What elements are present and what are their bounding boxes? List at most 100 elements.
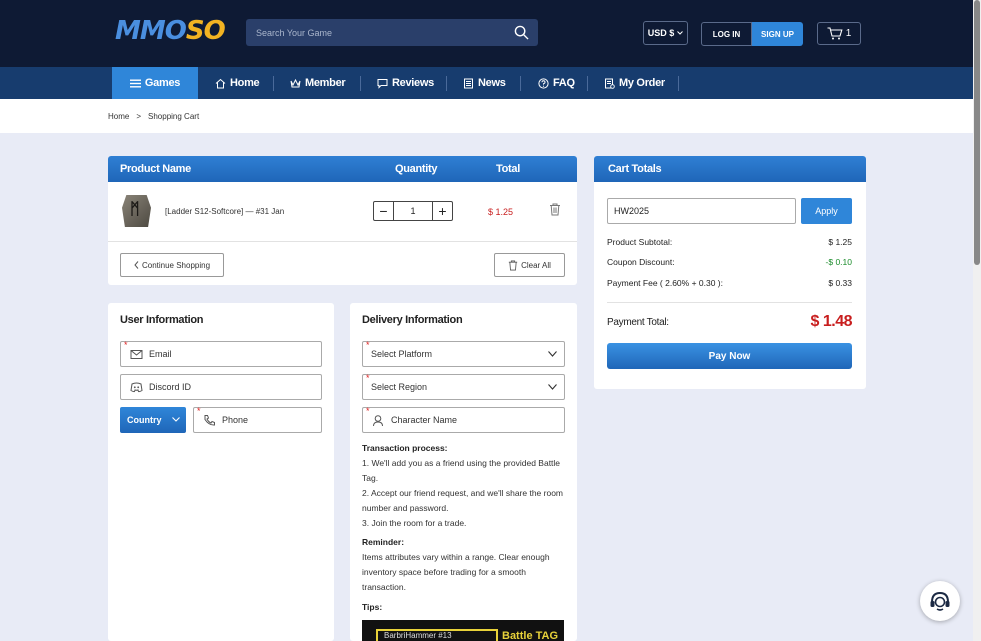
nav-faq-label: FAQ (553, 77, 575, 89)
scrollbar-thumb[interactable] (974, 0, 980, 265)
chevron-down-icon (548, 384, 557, 390)
nav-divider (678, 76, 679, 91)
cart-totals-title: Cart Totals (608, 163, 662, 175)
search-input[interactable] (246, 19, 506, 46)
character-name-field[interactable]: * Character Name (362, 406, 565, 433)
required-marker: * (366, 340, 370, 350)
payment-total-row: Payment Total: $ 1.48 (607, 313, 853, 331)
rune-icon: ᛗ (130, 201, 140, 218)
nav-my-order-label: My Order (619, 77, 665, 89)
required-marker: * (366, 373, 370, 383)
discord-field[interactable]: Discord ID (120, 374, 322, 400)
chevron-down-icon (548, 351, 557, 357)
cart-icon (827, 27, 843, 40)
phone-icon (204, 414, 215, 426)
email-placeholder: Email (149, 349, 172, 359)
phone-placeholder: Phone (222, 415, 249, 425)
region-select[interactable]: * Select Region (362, 373, 565, 400)
cart-button[interactable]: 1 (817, 22, 861, 45)
decrement-button[interactable]: − (374, 202, 393, 220)
search-icon[interactable] (514, 25, 529, 40)
product-name[interactable]: [Ladder S12-Softcore] — #31 Jan (165, 207, 284, 216)
cart-count: 1 (845, 28, 852, 39)
home-icon (215, 78, 226, 88)
trash-icon[interactable] (549, 203, 561, 216)
nav-my-order[interactable]: My Order (604, 67, 665, 99)
chat-icon (377, 78, 388, 89)
subtotal-label: Product Subtotal: (607, 237, 673, 247)
nav-news[interactable]: News (463, 67, 506, 99)
order-icon (605, 78, 615, 89)
continue-shopping-label: Continue Shopping (141, 260, 211, 270)
discount-label: Coupon Discount: (607, 257, 675, 267)
user-info-title: User Information (120, 314, 204, 326)
nav-reviews-label: Reviews (392, 77, 434, 89)
breadcrumb: Home > Shopping Cart (108, 112, 199, 121)
user-icon (373, 414, 383, 426)
nav-divider (587, 76, 588, 91)
row-divider (108, 241, 577, 242)
discount-value: -$ 0.10 (825, 257, 852, 267)
nav-divider (446, 76, 447, 91)
nav-home-label: Home (230, 77, 260, 89)
main-nav: Games Home Member Reviews News FAQ My Or… (0, 67, 973, 99)
nav-member[interactable]: Member (290, 67, 346, 99)
breadcrumb-current: Shopping Cart (148, 112, 200, 121)
fee-value: $ 0.33 (828, 278, 852, 288)
help-icon (538, 77, 549, 89)
currency-selector[interactable]: USD $ (643, 21, 688, 45)
breadcrumb-bar: Home > Shopping Cart (0, 99, 973, 133)
email-field[interactable]: * Email (120, 340, 322, 367)
nav-home[interactable]: Home (215, 67, 260, 99)
pay-now-button[interactable]: Pay Now (607, 343, 852, 369)
signup-button[interactable]: SIGN UP (752, 22, 803, 46)
headset-icon (930, 591, 950, 611)
menu-icon (129, 79, 141, 87)
character-name-placeholder: Character Name (391, 415, 458, 425)
country-label: Country (127, 415, 162, 425)
auth-buttons: LOG IN SIGN UP (701, 22, 803, 46)
nav-faq[interactable]: FAQ (538, 67, 575, 99)
increment-button[interactable]: + (433, 202, 452, 220)
platform-select[interactable]: * Select Platform (362, 340, 565, 367)
site-logo[interactable]: MMOSO (115, 16, 226, 46)
totals-divider (607, 302, 852, 303)
reminder-text: Items attributes vary within a range. Cl… (362, 552, 550, 592)
col-quantity: Quantity (395, 163, 438, 175)
col-product-name: Product Name (120, 163, 191, 175)
country-select[interactable]: Country (120, 407, 186, 433)
nav-reviews[interactable]: Reviews (377, 67, 434, 99)
process-step-3: 3. Join the room for a trade. (362, 518, 467, 528)
nav-member-label: Member (305, 77, 346, 89)
nav-games[interactable]: Games (112, 67, 198, 99)
trash-icon (508, 260, 518, 270)
continue-shopping-button[interactable]: Continue Shopping (120, 253, 224, 277)
phone-field[interactable]: * Phone (193, 406, 322, 433)
chevron-down-icon (172, 417, 180, 422)
item-total-price: $ 1.25 (488, 207, 514, 217)
col-total: Total (496, 163, 520, 175)
breadcrumb-home[interactable]: Home (108, 112, 129, 121)
logo-text-accent: SO (185, 16, 226, 46)
nav-news-label: News (478, 77, 506, 89)
subtotal-value: $ 1.25 (828, 237, 852, 247)
quantity-value[interactable]: 1 (393, 202, 433, 220)
banner-tag-label: Battle TAG (502, 630, 559, 641)
quantity-stepper: − 1 + (373, 201, 453, 221)
process-step-1: 1. We'll add you as a friend using the p… (362, 458, 561, 483)
apply-coupon-button[interactable]: Apply (801, 198, 852, 224)
payment-total-label: Payment Total: (607, 316, 669, 328)
coupon-value: HW2025 (614, 206, 650, 216)
discount-row: Coupon Discount: -$ 0.10 (607, 257, 852, 267)
cart-totals-header: Cart Totals (594, 156, 866, 182)
banner-tag-box: BarbriHammer #13 (376, 629, 498, 641)
coupon-input[interactable]: HW2025 (607, 198, 796, 224)
login-button[interactable]: LOG IN (701, 22, 752, 46)
required-marker: * (197, 406, 201, 416)
support-chat-button[interactable] (920, 581, 960, 621)
discord-placeholder: Discord ID (149, 382, 192, 392)
clear-all-button[interactable]: Clear All (494, 253, 565, 277)
fee-label: Payment Fee ( 2.60% + 0.30 ): (607, 278, 723, 288)
transaction-process: Transaction process: 1. We'll add you as… (362, 441, 572, 531)
tips-title: Tips: (362, 602, 383, 612)
